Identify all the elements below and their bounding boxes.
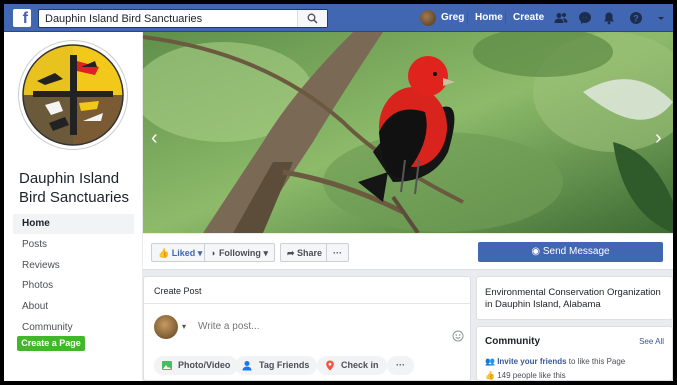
following-label: Following [218, 248, 261, 258]
nav-divider [505, 12, 506, 24]
left-sidebar: Dauphin Island Bird Sanctuaries Home Pos… [4, 32, 142, 381]
share-icon: ➦ [287, 248, 298, 258]
check-in-label: Check in [341, 360, 379, 370]
send-message-button[interactable]: ◉ Send Message [478, 242, 663, 262]
photo-video-label: Photo/Video [178, 360, 231, 370]
page-title: Dauphin Island Bird Sanctuaries [19, 170, 130, 206]
search-box [38, 9, 328, 28]
sidebar-item-photos[interactable]: Photos [13, 276, 134, 296]
svg-text:?: ? [633, 14, 639, 24]
chevron-down-icon[interactable]: ▾ [182, 322, 186, 331]
more-post-options-button[interactable]: ··· [387, 356, 414, 375]
search-button[interactable] [297, 10, 327, 27]
page-category: Environmental Conservation Organization … [485, 287, 661, 310]
cover-next-arrow-icon[interactable]: › [655, 128, 662, 148]
create-page-button[interactable]: Create a Page [17, 336, 85, 351]
community-card: Community See All 👥 Invite your friends … [476, 326, 673, 381]
tag-friends-icon [242, 361, 252, 371]
liked-button[interactable]: 👍 Liked ▾ [151, 243, 210, 262]
thumbs-up-icon: 👍 [158, 248, 172, 258]
chevron-down-icon: ▾ [260, 248, 268, 258]
sidebar-item-home[interactable]: Home [13, 214, 134, 234]
cover-prev-arrow-icon[interactable]: ‹ [151, 128, 158, 148]
divider [144, 303, 470, 304]
cover-photo[interactable]: ‹ › [143, 32, 673, 233]
poster-avatar[interactable] [154, 315, 178, 339]
liked-label: Liked [171, 248, 196, 258]
about-card: Environmental Conservation Organization … [476, 276, 673, 320]
friends-icon[interactable] [554, 11, 568, 25]
write-post-input[interactable] [198, 318, 448, 334]
community-title: Community [485, 336, 540, 347]
messenger-icon: ◉ [531, 246, 543, 257]
emoji-icon[interactable] [452, 330, 464, 342]
send-message-label: Send Message [542, 246, 610, 257]
invite-friends-link[interactable]: Invite your friends [497, 357, 566, 366]
facebook-page-window: f Greg Home Create ? [4, 4, 673, 381]
tag-friends-button[interactable]: Tag Friends [235, 356, 318, 375]
create-link[interactable]: Create [513, 4, 544, 32]
share-button[interactable]: ➦ Share [280, 243, 330, 262]
invite-rest-text: to like this Page [566, 357, 626, 366]
create-post-card: Create Post ▾ Photo/Video Tag Friends Ch… [143, 276, 471, 381]
bird-sanctuary-logo [22, 44, 124, 146]
profile-link[interactable]: Greg [441, 4, 464, 32]
home-link[interactable]: Home [475, 4, 503, 32]
sidebar-item-posts[interactable]: Posts [13, 235, 134, 255]
likes-count: 149 people like this [497, 371, 566, 380]
tag-friends-label: Tag Friends [259, 360, 310, 370]
chevron-down-icon: ▾ [195, 248, 203, 258]
see-all-link[interactable]: See All [639, 337, 664, 346]
following-button[interactable]: ◗ Following ▾ [204, 243, 275, 262]
scarlet-tanager-photo [143, 32, 673, 233]
search-input[interactable] [39, 10, 297, 27]
help-icon[interactable]: ? [629, 11, 643, 25]
top-navigation-bar: f Greg Home Create ? [4, 4, 673, 32]
create-post-title: Create Post [154, 286, 202, 296]
facebook-logo-icon[interactable]: f [13, 9, 31, 27]
check-in-button[interactable]: Check in [317, 356, 387, 375]
sidebar-item-community[interactable]: Community [13, 318, 134, 338]
more-actions-button[interactable]: ··· [326, 243, 349, 262]
rss-icon: ◗ [211, 248, 219, 258]
page-action-bar: 👍 Liked ▾ ◗ Following ▾ ➦ Share ··· ◉ Se… [143, 234, 673, 270]
notifications-icon[interactable] [602, 11, 616, 25]
sidebar-item-reviews[interactable]: Reviews [13, 256, 134, 276]
user-avatar[interactable] [420, 10, 436, 26]
invite-row: 👥 Invite your friends to like this Page [485, 357, 625, 366]
thumbs-up-icon: 👍 [485, 371, 498, 380]
location-pin-icon [326, 360, 334, 371]
messenger-icon[interactable] [578, 11, 592, 25]
likes-row: 👍 149 people like this [485, 371, 566, 380]
share-label: Share [297, 248, 323, 258]
search-icon [307, 13, 318, 24]
photo-icon [162, 361, 172, 370]
sidebar-item-about[interactable]: About [13, 297, 134, 317]
photo-video-button[interactable]: Photo/Video [154, 356, 239, 375]
invite-friends-icon: 👥 [485, 357, 498, 366]
page-profile-picture[interactable] [18, 40, 128, 150]
nav-divider [467, 12, 468, 24]
dropdown-icon[interactable] [654, 11, 668, 25]
